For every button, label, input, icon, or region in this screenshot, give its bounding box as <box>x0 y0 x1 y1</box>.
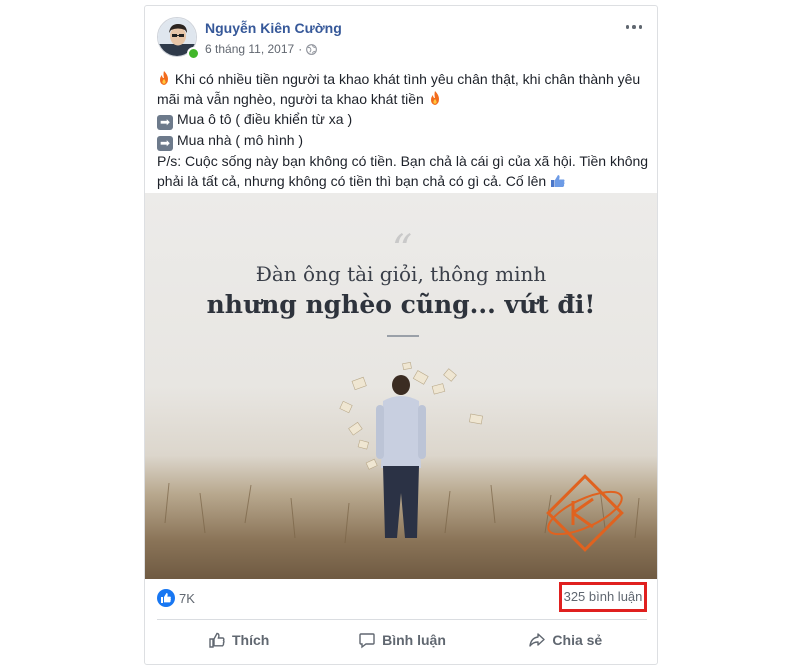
author-name[interactable]: Nguyễn Kiên Cường <box>205 20 342 36</box>
image-headline-1: Đàn ông tài giỏi, thông minh <box>255 262 547 286</box>
post-line-4: P/s: Cuộc sống này bạn không có tiền. Bạ… <box>157 153 649 189</box>
right-arrow-icon: ➡ <box>157 115 173 130</box>
thumbs-up-icon <box>551 175 565 187</box>
fire-icon <box>160 71 168 85</box>
more-options-icon[interactable] <box>623 19 645 35</box>
globe-icon[interactable] <box>306 43 318 55</box>
post-line-3: ➡ Mua nhà ( mô hình ) <box>157 130 649 151</box>
comment-count[interactable]: 325 bình luận <box>559 582 647 612</box>
right-arrow-icon: ➡ <box>157 136 173 151</box>
comment-icon <box>359 633 375 649</box>
share-icon <box>529 633 546 647</box>
online-status-dot <box>187 47 200 60</box>
share-button-label: Chia sẻ <box>552 632 603 648</box>
post-text: Khi có nhiều tiền người ta khao khát tìn… <box>157 69 649 191</box>
comment-button[interactable]: Bình luận <box>320 620 483 660</box>
post-date[interactable]: 6 tháng 11, 2017 <box>205 42 294 56</box>
like-count[interactable]: 7K <box>179 591 195 606</box>
like-button[interactable]: Thích <box>157 620 320 660</box>
post-line-2: ➡ Mua ô tô ( điều khiển từ xa ) <box>157 109 649 130</box>
like-button-label: Thích <box>231 632 270 648</box>
thumbs-up-icon <box>209 632 225 648</box>
post-stats: 7K 325 bình luận <box>157 579 647 620</box>
post-image[interactable]: “ Đàn ông tài giỏi, thông minh nhưng ngh… <box>145 193 657 579</box>
image-headline-2: nhưng nghèo cũng... vứt đi! <box>206 290 596 319</box>
post-line-1: Khi có nhiều tiền người ta khao khát tìn… <box>157 71 641 107</box>
share-button[interactable]: Chia sẻ <box>484 620 647 660</box>
post-header: Nguyễn Kiên Cường 6 tháng 11, 2017 · <box>157 17 645 60</box>
post-card: Nguyễn Kiên Cường 6 tháng 11, 2017 · Khi… <box>144 5 658 665</box>
fire-icon <box>430 91 439 105</box>
divider <box>387 335 419 337</box>
like-reaction-icon[interactable] <box>157 589 175 607</box>
post-meta: 6 tháng 11, 2017 · <box>205 42 318 56</box>
comment-button-label: Bình luận <box>382 632 446 648</box>
post-actions: Thích Bình luận Chia sẻ <box>157 620 647 660</box>
